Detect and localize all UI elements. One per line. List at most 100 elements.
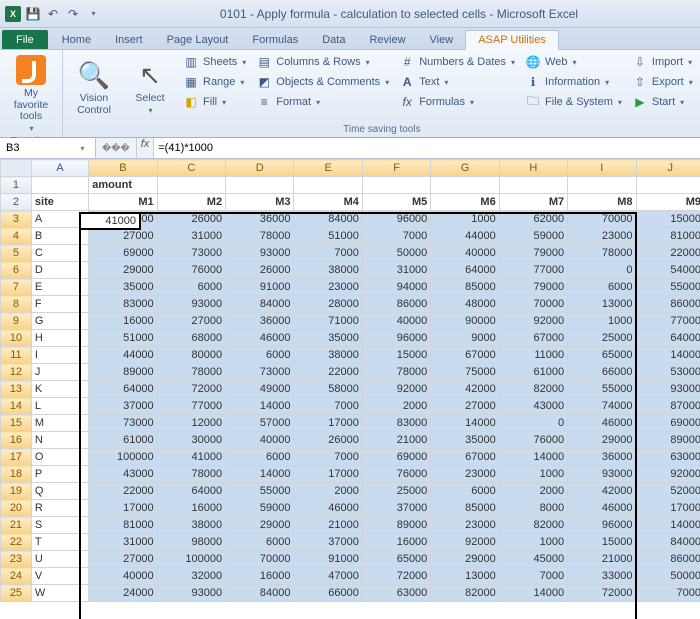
cell[interactable]: R bbox=[31, 500, 88, 517]
cell[interactable]: 41000 bbox=[157, 449, 225, 466]
cell[interactable]: 59000 bbox=[499, 228, 567, 245]
cell[interactable]: 63000 bbox=[636, 449, 700, 466]
row-header[interactable]: 6 bbox=[1, 262, 32, 279]
cell[interactable]: U bbox=[31, 551, 88, 568]
cell[interactable]: 6000 bbox=[226, 347, 294, 364]
my-favorite-tools-button[interactable]: My favorite tools▾ bbox=[5, 52, 57, 135]
cell[interactable]: 23000 bbox=[431, 517, 499, 534]
cell[interactable]: 7000 bbox=[362, 228, 430, 245]
cell[interactable]: 80000 bbox=[157, 347, 225, 364]
cell[interactable]: 16000 bbox=[89, 313, 157, 330]
cell[interactable]: 76000 bbox=[157, 262, 225, 279]
row-header[interactable]: 17 bbox=[1, 449, 32, 466]
cell[interactable]: 86000 bbox=[636, 551, 700, 568]
row-header[interactable]: 2 bbox=[1, 194, 32, 211]
cell[interactable]: 72000 bbox=[157, 381, 225, 398]
column-header-G[interactable]: G bbox=[431, 160, 499, 177]
cell[interactable]: 92000 bbox=[362, 381, 430, 398]
row-header[interactable]: 7 bbox=[1, 279, 32, 296]
cell[interactable]: 29000 bbox=[431, 551, 499, 568]
cell[interactable]: 55000 bbox=[568, 381, 636, 398]
cell[interactable]: 42000 bbox=[568, 483, 636, 500]
row-header[interactable]: 9 bbox=[1, 313, 32, 330]
cell[interactable]: 79000 bbox=[499, 245, 567, 262]
cell[interactable]: 6000 bbox=[568, 279, 636, 296]
cell[interactable]: 29000 bbox=[226, 517, 294, 534]
cell[interactable]: 40000 bbox=[362, 313, 430, 330]
cell[interactable]: E bbox=[31, 279, 88, 296]
tab-formulas[interactable]: Formulas bbox=[240, 31, 310, 49]
tab-review[interactable]: Review bbox=[357, 31, 417, 49]
cell[interactable]: 59000 bbox=[226, 500, 294, 517]
redo-icon[interactable]: ↷ bbox=[64, 5, 82, 23]
name-box-dropdown-icon[interactable]: ▾ bbox=[70, 144, 95, 153]
tab-page-layout[interactable]: Page Layout bbox=[155, 31, 241, 49]
cell[interactable]: 70000 bbox=[499, 296, 567, 313]
cell[interactable]: 38000 bbox=[294, 262, 362, 279]
cell[interactable]: 29000 bbox=[568, 432, 636, 449]
cell[interactable]: 6000 bbox=[431, 483, 499, 500]
text-button[interactable]: AText▾ bbox=[396, 72, 518, 92]
cell[interactable]: 27000 bbox=[431, 398, 499, 415]
cell[interactable]: 100000 bbox=[89, 449, 157, 466]
import-button[interactable]: ⇩Import▾ bbox=[629, 52, 696, 72]
cell[interactable]: 43000 bbox=[89, 466, 157, 483]
formula-input[interactable] bbox=[153, 138, 700, 158]
cell[interactable]: O bbox=[31, 449, 88, 466]
cell[interactable]: F bbox=[31, 296, 88, 313]
cell[interactable]: 15000 bbox=[362, 347, 430, 364]
cell[interactable]: 26000 bbox=[294, 432, 362, 449]
cell[interactable]: 25000 bbox=[568, 330, 636, 347]
sheets-button[interactable]: ▥Sheets▾ bbox=[180, 52, 249, 72]
cell[interactable]: 7000 bbox=[294, 398, 362, 415]
cell[interactable]: 79000 bbox=[499, 279, 567, 296]
cell[interactable]: 14000 bbox=[636, 517, 700, 534]
cell[interactable]: 44000 bbox=[89, 347, 157, 364]
tab-asap-utilities[interactable]: ASAP Utilities bbox=[465, 30, 559, 50]
cell[interactable]: C bbox=[31, 245, 88, 262]
cell[interactable]: I bbox=[31, 347, 88, 364]
cell[interactable]: P bbox=[31, 466, 88, 483]
start-button[interactable]: ▶Start▾ bbox=[629, 92, 696, 112]
cell[interactable]: 81000 bbox=[636, 228, 700, 245]
cell[interactable]: 85000 bbox=[431, 500, 499, 517]
cell[interactable]: 13000 bbox=[568, 296, 636, 313]
row-header[interactable]: 10 bbox=[1, 330, 32, 347]
cell[interactable]: 66000 bbox=[294, 585, 362, 602]
column-header-E[interactable]: E bbox=[294, 160, 362, 177]
cell[interactable]: M9 bbox=[636, 194, 700, 211]
cell[interactable]: 78000 bbox=[157, 466, 225, 483]
cell[interactable]: M5 bbox=[362, 194, 430, 211]
cell[interactable] bbox=[499, 177, 567, 194]
cell[interactable]: 14000 bbox=[226, 398, 294, 415]
cell[interactable]: 52000 bbox=[636, 483, 700, 500]
cell[interactable]: 28000 bbox=[294, 296, 362, 313]
cell[interactable]: 7000 bbox=[294, 245, 362, 262]
cell[interactable]: M3 bbox=[226, 194, 294, 211]
fx-icon[interactable]: fx bbox=[136, 138, 154, 158]
cell[interactable]: 84000 bbox=[636, 534, 700, 551]
cell[interactable]: 2000 bbox=[499, 483, 567, 500]
select-button[interactable]: ↖ Select▾ bbox=[124, 52, 176, 123]
cell[interactable]: 38000 bbox=[294, 347, 362, 364]
cell[interactable]: 71000 bbox=[294, 313, 362, 330]
cell[interactable]: 7000 bbox=[294, 449, 362, 466]
cell[interactable]: 0 bbox=[568, 262, 636, 279]
cell[interactable]: 22000 bbox=[294, 364, 362, 381]
formulas-button[interactable]: fxFormulas▾ bbox=[396, 92, 518, 112]
cell[interactable]: M8 bbox=[568, 194, 636, 211]
cell[interactable] bbox=[636, 177, 700, 194]
cell[interactable]: 47000 bbox=[294, 568, 362, 585]
cell[interactable]: L bbox=[31, 398, 88, 415]
cell[interactable]: 7000 bbox=[636, 585, 700, 602]
cell[interactable]: 64000 bbox=[431, 262, 499, 279]
cell[interactable]: 57000 bbox=[226, 415, 294, 432]
cell[interactable]: 1000 bbox=[499, 534, 567, 551]
cell[interactable]: N bbox=[31, 432, 88, 449]
cell[interactable]: 9000 bbox=[431, 330, 499, 347]
cell[interactable]: 36000 bbox=[568, 449, 636, 466]
cell[interactable]: 27000 bbox=[157, 313, 225, 330]
cell[interactable]: 8000 bbox=[499, 500, 567, 517]
cell[interactable]: 89000 bbox=[362, 517, 430, 534]
cell[interactable]: 7000 bbox=[499, 568, 567, 585]
